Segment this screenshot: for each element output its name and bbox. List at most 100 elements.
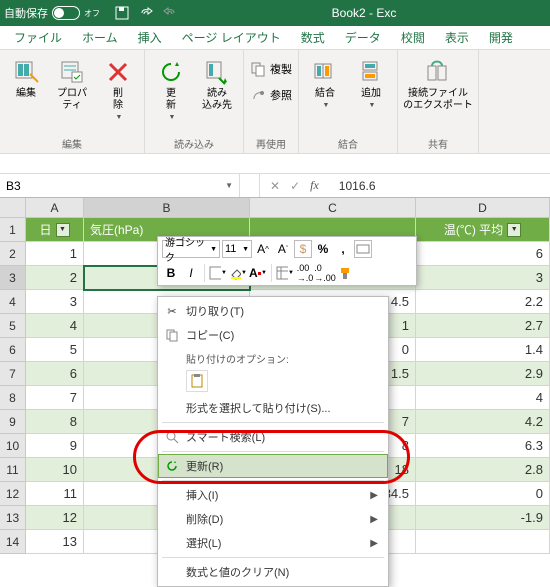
format-painter-icon[interactable]	[336, 264, 354, 282]
save-icon[interactable]	[113, 4, 131, 22]
select-all-corner[interactable]	[0, 198, 26, 218]
header-cell[interactable]: 日▼	[26, 218, 84, 242]
tab-pagelayout[interactable]: ページ レイアウト	[172, 25, 291, 49]
filter-icon[interactable]: ▼	[507, 223, 521, 237]
reference-label: 参照	[270, 87, 292, 103]
ctx-copy[interactable]: コピー(C)	[158, 323, 388, 347]
tab-home[interactable]: ホーム	[72, 25, 128, 49]
ribbon-group-share: 接続ファイル のエクスポート 共有	[398, 50, 479, 153]
ctx-refresh[interactable]: 更新(R)	[158, 454, 388, 478]
window-title: Book2 - Exc	[182, 6, 546, 20]
increase-decimal-icon[interactable]: .0→.00	[316, 264, 334, 282]
properties-button[interactable]: プロパ ティ	[50, 56, 94, 112]
decrease-decimal-icon[interactable]: .00→.0	[296, 264, 314, 282]
mini-toolbar: 游ゴシック▼ 11▼ A^ Aˇ $ % , B I ▼ ▼ A▼ ▼ .00→…	[157, 236, 417, 286]
ctx-paste-options-label: 貼り付けのオプション:	[158, 347, 388, 368]
properties-label: プロパ ティ	[57, 88, 87, 112]
duplicate-button[interactable]: 複製	[248, 58, 294, 80]
delete-label: 削 除	[113, 88, 123, 112]
tab-formulas[interactable]: 数式	[291, 25, 335, 49]
bold-icon[interactable]: B	[162, 264, 180, 282]
edit-button[interactable]: 編集	[4, 56, 48, 100]
fill-color-icon[interactable]: ▼	[229, 264, 247, 282]
formula-value[interactable]: 1016.6	[329, 174, 550, 197]
col-header-b[interactable]: B	[84, 198, 250, 218]
ribbon-group-combine: 結合▼ 追加▼ 結合	[299, 50, 398, 153]
duplicate-label: 複製	[270, 61, 292, 77]
table-format-icon[interactable]: ▼	[276, 264, 294, 282]
name-box-value: B3	[6, 179, 21, 193]
merge-center-icon[interactable]	[354, 240, 372, 258]
row-header[interactable]: 1	[0, 218, 26, 242]
redo-icon[interactable]	[161, 4, 179, 22]
delete-button[interactable]: 削 除▼	[96, 56, 140, 122]
toggle-off-icon	[52, 6, 80, 20]
title-bar: 自動保存 オフ Book2 - Exc	[0, 0, 550, 26]
accept-formula-icon[interactable]: ✓	[290, 179, 300, 193]
group-reload-label: 読み込み	[149, 134, 239, 153]
tab-view[interactable]: 表示	[435, 25, 479, 49]
merge-label: 結合	[315, 88, 335, 100]
refresh-icon	[158, 459, 186, 473]
loadto-label: 読み 込み先	[202, 88, 232, 112]
undo-icon[interactable]	[137, 4, 155, 22]
increase-font-icon[interactable]: A^	[254, 240, 272, 258]
group-reuse-label: 再使用	[248, 134, 294, 153]
scissors-icon: ✂	[158, 305, 186, 318]
italic-icon[interactable]: I	[182, 264, 200, 282]
refresh-label: 更 新	[166, 88, 176, 112]
accounting-format-icon[interactable]: $	[294, 240, 312, 258]
font-size-combo[interactable]: 11▼	[222, 240, 252, 258]
tab-insert[interactable]: 挿入	[128, 25, 172, 49]
edit-label: 編集	[16, 88, 36, 100]
export-connection-button[interactable]: 接続ファイル のエクスポート	[402, 56, 474, 112]
ribbon-group-reuse: 複製 参照 再使用	[244, 50, 299, 153]
autosave-state: オフ	[84, 8, 100, 19]
header-cell[interactable]: 温(℃) 平均▼	[416, 218, 550, 242]
group-combine-label: 結合	[303, 134, 393, 153]
ctx-delete[interactable]: 削除(D)▶	[158, 507, 388, 531]
filter-icon[interactable]: ▼	[56, 223, 70, 237]
autosave-toggle[interactable]: 自動保存 オフ	[4, 5, 100, 21]
context-menu: ✂切り取り(T) コピー(C) 貼り付けのオプション: 形式を選択して貼り付け(…	[157, 296, 389, 587]
formula-bar: B3▼ ✕ ✓ fx 1016.6	[0, 174, 550, 198]
font-color-icon[interactable]: A▼	[249, 264, 267, 282]
fx-icon[interactable]: fx	[310, 178, 319, 193]
tab-dev[interactable]: 開発	[479, 25, 523, 49]
tab-data[interactable]: データ	[335, 25, 391, 49]
col-header-a[interactable]: A	[26, 198, 84, 218]
borders-icon[interactable]: ▼	[209, 264, 227, 282]
ribbon-group-reload: 更 新▼ 読み 込み先 読み込み	[145, 50, 244, 153]
ribbon: 編集 プロパ ティ 削 除▼ 編集 更 新▼ 読み 込み先 読み込み 複製 参照…	[0, 50, 550, 154]
percent-icon[interactable]: %	[314, 240, 332, 258]
ctx-paste-special[interactable]: 形式を選択して貼り付け(S)...	[158, 396, 388, 420]
refresh-button[interactable]: 更 新▼	[149, 56, 193, 122]
ctx-cut[interactable]: ✂切り取り(T)	[158, 299, 388, 323]
cancel-formula-icon[interactable]: ✕	[270, 179, 280, 193]
font-name-combo[interactable]: 游ゴシック▼	[162, 240, 220, 258]
search-icon	[158, 430, 186, 444]
ctx-clear[interactable]: 数式と値のクリア(N)	[158, 560, 388, 584]
merge-button[interactable]: 結合▼	[303, 56, 347, 110]
tab-review[interactable]: 校閲	[391, 25, 435, 49]
export-label: 接続ファイル のエクスポート	[403, 88, 473, 112]
comma-icon[interactable]: ,	[334, 240, 352, 258]
paste-icon[interactable]	[186, 370, 208, 392]
ctx-smart-lookup[interactable]: スマート検索(L)	[158, 425, 388, 449]
group-share-label: 共有	[402, 134, 474, 153]
group-edit-label: 編集	[4, 134, 140, 153]
col-header-d[interactable]: D	[416, 198, 550, 218]
autosave-label: 自動保存	[4, 5, 48, 21]
name-box[interactable]: B3▼	[0, 174, 240, 197]
copy-icon	[158, 328, 186, 342]
menu-tabs: ファイル ホーム 挿入 ページ レイアウト 数式 データ 校閲 表示 開発	[0, 26, 550, 50]
tab-file[interactable]: ファイル	[4, 25, 72, 49]
append-button[interactable]: 追加▼	[349, 56, 393, 110]
col-header-c[interactable]: C	[250, 198, 416, 218]
decrease-font-icon[interactable]: Aˇ	[274, 240, 292, 258]
append-label: 追加	[361, 88, 381, 100]
reference-button[interactable]: 参照	[248, 84, 294, 106]
ctx-insert[interactable]: 挿入(I)▶	[158, 483, 388, 507]
ctx-select[interactable]: 選択(L)▶	[158, 531, 388, 555]
loadto-button[interactable]: 読み 込み先	[195, 56, 239, 112]
